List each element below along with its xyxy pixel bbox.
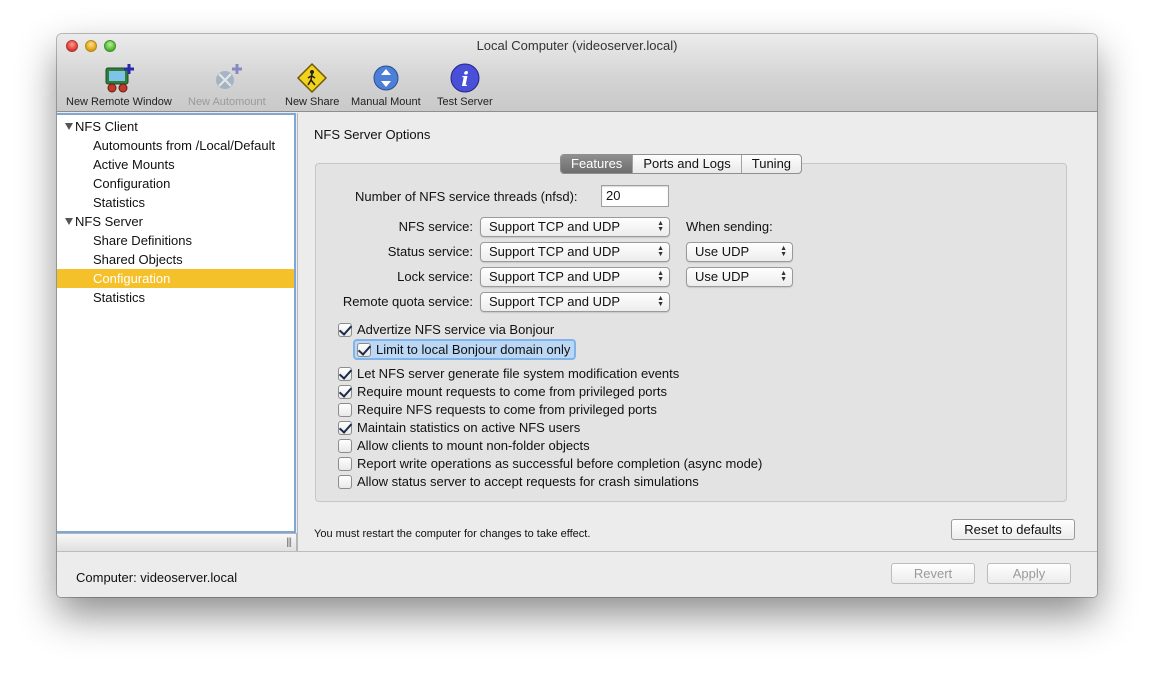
split-grip-handle[interactable]: ||| xyxy=(286,537,292,548)
revert-button[interactable]: Revert xyxy=(891,563,975,584)
disclosure-triangle-icon[interactable] xyxy=(65,123,73,130)
manual-mount-button[interactable]: Manual Mount xyxy=(351,62,421,108)
info-icon: i xyxy=(449,62,481,94)
sidebar-item-client-configuration[interactable]: Configuration xyxy=(93,174,170,193)
new-automount-button[interactable]: New Automount xyxy=(188,62,266,108)
restart-note: You must restart the computer for change… xyxy=(314,528,591,540)
option-mount-privileged-checkbox[interactable]: Require mount requests to come from priv… xyxy=(338,383,667,400)
sidebar-item-client-statistics[interactable]: Statistics xyxy=(93,193,145,212)
bonjour-advertise-checkbox[interactable]: Advertize NFS service via Bonjour xyxy=(338,321,554,338)
tab-tuning[interactable]: Tuning xyxy=(740,155,801,173)
option-crash-sim-checkbox[interactable]: Allow status server to accept requests f… xyxy=(338,473,699,490)
when-sending-label: When sending: xyxy=(686,219,773,234)
tab-features[interactable]: Features xyxy=(561,155,633,173)
checkbox[interactable] xyxy=(338,366,352,381)
popup-arrows-icon: ▲ ▼ xyxy=(657,220,664,233)
automount-icon xyxy=(211,62,243,94)
checkbox[interactable] xyxy=(338,474,352,489)
sidebar-group-nfs-server[interactable]: NFS Server xyxy=(65,212,143,231)
apply-button[interactable]: Apply xyxy=(987,563,1071,584)
svg-text:i: i xyxy=(461,67,469,91)
lock-service-label: Lock service: xyxy=(397,269,473,284)
main-window: Local Computer (videoserver.local) New R… xyxy=(57,34,1097,597)
checkbox[interactable] xyxy=(338,456,352,471)
section-title: NFS Server Options xyxy=(314,127,431,142)
nfs-service-popup[interactable]: Support TCP and UDP ▲ ▼ xyxy=(480,217,670,237)
sidebar-group-nfs-client[interactable]: NFS Client xyxy=(65,117,138,136)
popup-arrows-icon: ▲ ▼ xyxy=(780,245,787,258)
sidebar-bottom-bar: ||| xyxy=(57,533,297,551)
popup-arrows-icon: ▲ ▼ xyxy=(657,245,664,258)
checkbox[interactable] xyxy=(338,322,352,337)
lock-send-popup[interactable]: Use UDP ▲ ▼ xyxy=(686,267,793,287)
share-sign-icon xyxy=(296,62,328,94)
quota-service-popup[interactable]: Support TCP and UDP ▲ ▼ xyxy=(480,292,670,312)
sidebar-item-server-statistics[interactable]: Statistics xyxy=(93,288,145,307)
new-share-button[interactable]: New Share xyxy=(285,62,339,108)
popup-arrows-icon: ▲ ▼ xyxy=(657,295,664,308)
threads-label: Number of NFS service threads (nfsd): xyxy=(355,189,578,204)
disclosure-triangle-icon[interactable] xyxy=(65,218,73,225)
option-non-folder-checkbox[interactable]: Allow clients to mount non-folder object… xyxy=(338,437,590,454)
titlebar: Local Computer (videoserver.local) New R… xyxy=(57,34,1097,112)
checkbox[interactable] xyxy=(338,384,352,399)
status-service-popup[interactable]: Support TCP and UDP ▲ ▼ xyxy=(480,242,670,262)
computer-status: Computer: videoserver.local xyxy=(76,570,238,585)
new-remote-window-button[interactable]: New Remote Window xyxy=(66,62,172,108)
option-statistics-checkbox[interactable]: Maintain statistics on active NFS users xyxy=(338,419,580,436)
sidebar-item-server-configuration[interactable]: Configuration xyxy=(57,269,294,288)
option-async-checkbox[interactable]: Report write operations as successful be… xyxy=(338,455,762,472)
sidebar-item-active-mounts[interactable]: Active Mounts xyxy=(93,155,175,174)
remote-window-icon xyxy=(103,62,135,94)
tab-ports-and-logs[interactable]: Ports and Logs xyxy=(632,155,740,173)
status-service-label: Status service: xyxy=(387,244,473,259)
option-fs-events-checkbox[interactable]: Let NFS server generate file system modi… xyxy=(338,365,679,382)
options-pane: NFS Server Options Features Ports and Lo… xyxy=(297,113,1097,551)
checkbox[interactable] xyxy=(338,420,352,435)
sidebar: NFS Client Automounts from /Local/Defaul… xyxy=(57,113,296,533)
popup-arrows-icon: ▲ ▼ xyxy=(780,270,787,283)
quota-service-label: Remote quota service: xyxy=(342,294,473,309)
footer-bar: Computer: videoserver.local Revert Apply xyxy=(57,551,1097,597)
checkbox[interactable] xyxy=(338,402,352,417)
mount-arrows-icon xyxy=(370,62,402,94)
reset-defaults-button[interactable]: Reset to defaults xyxy=(951,519,1075,540)
option-nfs-privileged-checkbox[interactable]: Require NFS requests to come from privil… xyxy=(338,401,657,418)
checkbox[interactable] xyxy=(338,438,352,453)
lock-service-popup[interactable]: Support TCP and UDP ▲ ▼ xyxy=(480,267,670,287)
sidebar-item-shared-objects[interactable]: Shared Objects xyxy=(93,250,183,269)
sidebar-item-automounts[interactable]: Automounts from /Local/Default xyxy=(93,136,275,155)
tab-bar: Features Ports and Logs Tuning xyxy=(560,154,803,174)
window-title: Local Computer (videoserver.local) xyxy=(476,38,678,53)
nfs-service-label: NFS service: xyxy=(398,219,473,234)
test-server-button[interactable]: i Test Server xyxy=(437,62,493,108)
checkbox[interactable] xyxy=(357,342,371,357)
popup-arrows-icon: ▲ ▼ xyxy=(657,270,664,283)
sidebar-item-share-definitions[interactable]: Share Definitions xyxy=(93,231,192,250)
status-send-popup[interactable]: Use UDP ▲ ▼ xyxy=(686,242,793,262)
threads-input[interactable]: 20 xyxy=(601,185,669,207)
bonjour-local-only-checkbox[interactable]: Limit to local Bonjour domain only xyxy=(355,341,575,358)
